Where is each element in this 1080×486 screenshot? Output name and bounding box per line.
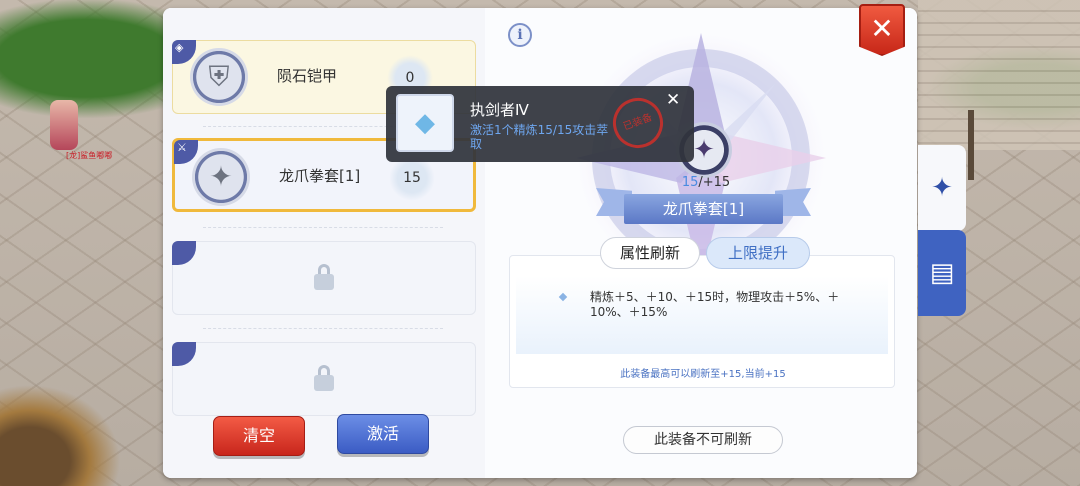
cannot-refresh-pill: 此装备不可刷新 (623, 426, 783, 454)
tooltip-title: 执剑者Ⅳ (470, 101, 529, 119)
claw-icon: ✦ (192, 148, 250, 206)
tooltip-subtitle: 激活1个精炼15/15攻击萃取 (470, 123, 609, 151)
clear-button[interactable]: 清空 (213, 416, 305, 456)
book-icon: ▤ (929, 258, 955, 288)
item-name: 龙爪拳套[1] (624, 194, 783, 224)
info-icon[interactable]: i (508, 23, 532, 47)
slot-list: ◈ ⛨ 陨石铠甲 0 ⚔ ✦ 龙爪拳套[1] 15 清空 激活 (163, 8, 485, 478)
slot-4-locked[interactable] (172, 342, 476, 416)
slot-corner (172, 241, 196, 265)
slot-name: 龙爪拳套[1] (279, 167, 361, 185)
player-character[interactable] (50, 100, 78, 150)
detail-area: i ✦ 15/+15 龙爪拳套[1] 精炼＋5、＋10、＋15时，物理攻击＋5%… (486, 8, 917, 478)
tab-attribute-refresh[interactable]: 属性刷新 (600, 237, 700, 269)
background-stairs (918, 0, 1080, 150)
tooltip-close-icon[interactable]: ✕ (666, 90, 680, 110)
tooltip-popup: ◆ 执剑者Ⅳ 激活1个精炼15/15攻击萃取 已装备 ✕ (386, 86, 694, 162)
divider (203, 328, 443, 329)
player-name-tag: [龙]鲨鱼嘟嘟 (66, 151, 113, 160)
armor-icon: ⛨ (190, 48, 248, 106)
scene-decor (0, 360, 150, 486)
description-text: 精炼＋5、＋10、＋15时，物理攻击＋5%、＋10%、＋15% (590, 290, 840, 319)
close-button[interactable]: ✕ (859, 4, 905, 56)
tab-limit-upgrade[interactable]: 上限提升 (706, 237, 810, 269)
side-tab-book[interactable]: ▤ (918, 230, 966, 316)
slot-name: 陨石铠甲 (277, 67, 338, 85)
lock-icon (314, 365, 334, 391)
item-name-ribbon: 龙爪拳套[1] (596, 188, 811, 228)
lock-icon (314, 264, 334, 290)
description-box: 精炼＋5、＋10、＋15时，物理攻击＋5%、＋10%、＋15% 此装备最高可以刷… (509, 255, 895, 388)
slot-corner (172, 342, 196, 366)
crystal-chest-icon: ◆ (396, 94, 454, 152)
background-post (968, 110, 974, 180)
refresh-note: 此装备最高可以刷新至+15,当前+15 (620, 369, 786, 380)
divider (203, 227, 443, 228)
slot-3-locked[interactable] (172, 241, 476, 315)
equipment-panel: ◈ ⛨ 陨石铠甲 0 ⚔ ✦ 龙爪拳套[1] 15 清空 激活 i ✦ 15/+… (163, 8, 917, 478)
compass-icon: ✦ (931, 173, 953, 203)
activate-button[interactable]: 激活 (337, 414, 429, 454)
side-tab-compass[interactable]: ✦ (918, 145, 966, 231)
